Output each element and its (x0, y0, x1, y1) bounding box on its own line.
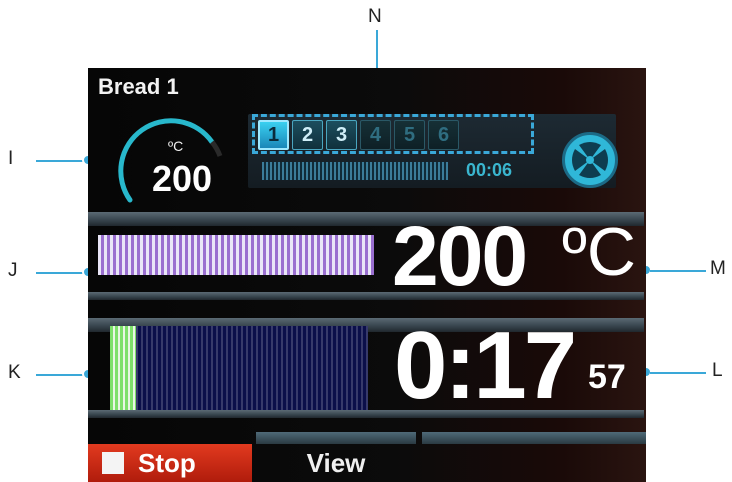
time-bar-fill (110, 326, 136, 410)
temperature-unit: ºC (562, 214, 636, 290)
remaining-seconds: 57 (588, 358, 626, 396)
step-time: 00:06 (466, 160, 513, 180)
callout-label-l: L (712, 360, 723, 381)
callout-line-m (650, 270, 706, 272)
callout-label-i: I (8, 148, 14, 169)
stop-button[interactable]: Stop (88, 444, 252, 482)
callout-label-m: M (710, 258, 726, 279)
oven-display: Bread 1 ºC 200 1 2 3 4 5 6 00:06 200 ºC (88, 68, 646, 482)
stop-icon (102, 452, 124, 474)
time-bar (110, 326, 368, 410)
step-bar: 1 2 3 4 5 6 00:06 (248, 114, 616, 188)
step-highlight-box (252, 114, 534, 154)
callout-line-k (36, 374, 86, 376)
callout-label-k: K (8, 362, 21, 383)
gauge-unit: ºC (168, 138, 184, 154)
divider-band (88, 212, 644, 226)
softkey-row: Stop View (88, 432, 646, 482)
gauge-value: 200 (152, 158, 213, 199)
softkey-top-third (422, 432, 646, 444)
softkey-empty[interactable] (422, 444, 646, 482)
callout-line-j (36, 272, 86, 274)
callout-label-n: N (368, 6, 382, 27)
current-temperature[interactable]: 200 (392, 214, 528, 298)
stop-label: Stop (138, 447, 196, 478)
view-label: View (306, 447, 366, 478)
softkey-top-view (256, 432, 416, 444)
callout-line-l (650, 372, 706, 374)
program-name: Bread 1 (98, 74, 179, 99)
remaining-time[interactable]: 0:17 (394, 318, 577, 414)
callout-label-j: J (8, 260, 18, 281)
step-progress-bar (262, 162, 448, 180)
callout-line-i (36, 160, 86, 162)
temperature-bar (98, 235, 374, 275)
divider-band (88, 292, 644, 300)
view-button[interactable]: View (256, 444, 416, 482)
fan-icon[interactable] (562, 132, 618, 188)
time-bar-stripes (136, 326, 368, 410)
